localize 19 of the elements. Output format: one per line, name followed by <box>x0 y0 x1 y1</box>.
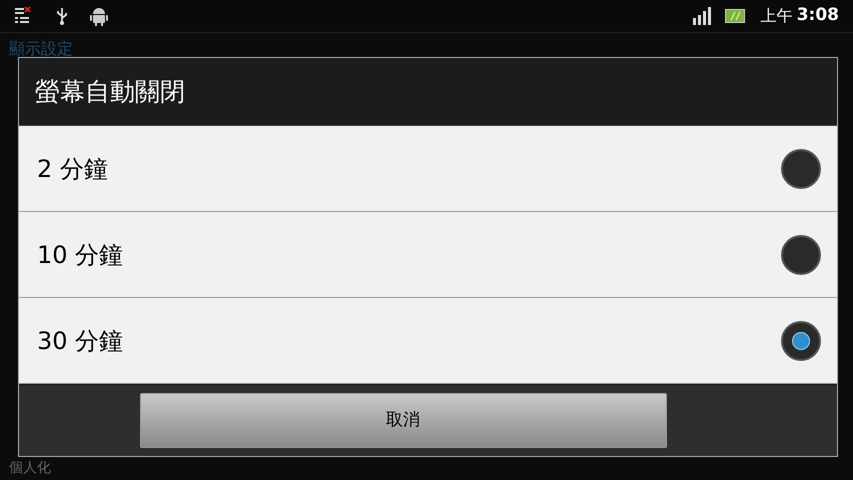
option-row[interactable]: 2 分鐘 <box>19 126 837 212</box>
dialog-title: 螢幕自動關閉 <box>35 76 185 108</box>
radio-button[interactable] <box>781 148 821 188</box>
option-row[interactable]: 30 分鐘 <box>19 298 837 384</box>
android-icon <box>90 6 108 26</box>
signal-icon <box>692 7 713 25</box>
cancel-button[interactable]: 取消 <box>140 393 666 448</box>
usb-icon <box>56 6 68 26</box>
option-label: 2 分鐘 <box>37 154 108 184</box>
radio-button[interactable] <box>781 320 821 360</box>
time-period: 上午 <box>760 5 793 27</box>
section-header: 顯示設定 <box>9 38 73 60</box>
option-label: 30 分鐘 <box>37 326 124 356</box>
radio-button[interactable] <box>781 234 821 274</box>
option-row[interactable]: 10 分鐘 <box>19 212 837 298</box>
settings-item: 個人化 <box>9 459 51 477</box>
option-label: 10 分鐘 <box>37 240 124 270</box>
clock-time: 3:08 <box>796 4 839 28</box>
battery-icon <box>724 9 745 23</box>
